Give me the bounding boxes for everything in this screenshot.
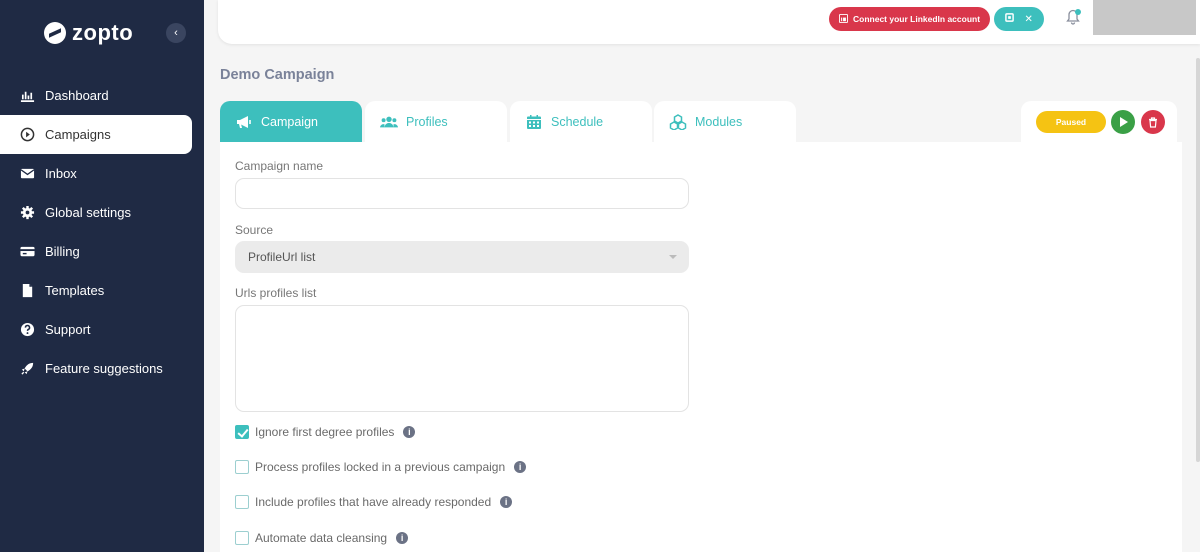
urls-profiles-label: Urls profiles list [235, 286, 317, 300]
checkbox[interactable] [235, 425, 249, 439]
sidebar-item-label: Global settings [45, 205, 131, 220]
tab-campaign[interactable]: Campaign [220, 101, 362, 142]
envelope-icon [20, 166, 35, 181]
user-avatar[interactable] [1093, 0, 1196, 35]
urls-profiles-textarea[interactable] [235, 305, 689, 412]
sidebar-item-label: Inbox [45, 166, 77, 181]
sidebar-item-dashboard[interactable]: Dashboard [0, 76, 204, 115]
sidebar-item-billing[interactable]: Billing [0, 232, 204, 271]
campaign-status-controls: Paused [1021, 101, 1177, 142]
info-icon[interactable]: i [500, 496, 513, 508]
credit-card-icon [20, 244, 35, 259]
cubes-icon [669, 113, 687, 130]
sidebar-item-templates[interactable]: Templates [0, 271, 204, 310]
tab-label: Schedule [551, 114, 604, 129]
trash-icon [1149, 116, 1157, 128]
checkbox-label: Automate data cleansing [255, 531, 388, 545]
collapse-sidebar-button[interactable]: ‹ [166, 23, 186, 43]
chevron-left-icon: ‹ [174, 27, 178, 39]
connect-linkedin-label: Connect your LinkedIn account [853, 14, 981, 24]
info-icon[interactable]: i [396, 532, 409, 544]
calendar-icon [527, 114, 541, 129]
connect-linkedin-button[interactable]: Connect your LinkedIn account [829, 7, 991, 31]
sidebar-item-global-settings[interactable]: Global settings [0, 193, 204, 232]
campaign-name-label: Campaign name [235, 159, 324, 173]
gear-icon [20, 205, 35, 220]
source-label: Source [235, 223, 274, 237]
page-scrollbar[interactable] [1196, 58, 1200, 462]
tab-label: Campaign [261, 114, 318, 129]
zopto-logo-icon [44, 22, 66, 44]
sidebar-item-feature-suggestions[interactable]: Feature suggestions [0, 349, 204, 388]
chevron-down-icon [669, 255, 677, 259]
checkbox[interactable] [235, 531, 249, 545]
sidebar-nav: Dashboard Campaigns Inbox Global setting… [0, 76, 204, 388]
close-icon[interactable]: ✕ [1024, 14, 1032, 25]
campaign-name-input[interactable] [235, 178, 689, 209]
checkbox[interactable] [235, 460, 249, 474]
info-icon[interactable]: i [514, 461, 527, 473]
linkedin-icon [839, 13, 848, 25]
sidebar-item-label: Campaigns [45, 127, 111, 142]
checkbox-label: Ignore first degree profiles [255, 425, 395, 439]
campaign-form: Campaign name Source ProfileUrl list Url… [220, 142, 1182, 552]
start-campaign-button[interactable] [1111, 110, 1135, 134]
extension-toggle[interactable]: ✕ [994, 7, 1044, 31]
checkbox[interactable] [235, 495, 249, 509]
megaphone-icon [237, 115, 251, 128]
sidebar-item-inbox[interactable]: Inbox [0, 154, 204, 193]
document-icon [20, 283, 35, 298]
delete-campaign-button[interactable] [1141, 110, 1165, 134]
status-badge[interactable]: Paused [1036, 111, 1106, 133]
source-select[interactable]: ProfileUrl list [235, 241, 689, 273]
sidebar-item-label: Templates [45, 283, 105, 298]
rocket-icon [20, 361, 35, 376]
checkbox-process-locked-profiles[interactable]: Process profiles locked in a previous ca… [235, 460, 527, 474]
extension-icon[interactable] [1005, 13, 1014, 25]
question-circle-icon [20, 322, 35, 337]
tab-modules[interactable]: Modules [654, 101, 796, 142]
info-icon[interactable]: i [403, 426, 416, 438]
tab-profiles[interactable]: Profiles [365, 101, 507, 142]
sidebar-item-label: Billing [45, 244, 80, 259]
brand-name: zopto [72, 20, 134, 45]
source-selected-value: ProfileUrl list [248, 250, 316, 264]
sidebar-item-label: Feature suggestions [45, 361, 163, 376]
play-circle-icon [20, 127, 35, 142]
checkbox-ignore-first-degree[interactable]: Ignore first degree profiles i [235, 425, 416, 439]
sidebar-item-label: Dashboard [45, 88, 109, 103]
tab-schedule[interactable]: Schedule [510, 101, 652, 142]
notification-dot [1075, 9, 1081, 15]
sidebar-item-support[interactable]: Support [0, 310, 204, 349]
chart-icon [20, 88, 35, 103]
checkbox-label: Process profiles locked in a previous ca… [255, 460, 506, 474]
brand-logo[interactable]: zopto [44, 20, 133, 46]
sidebar-item-campaigns[interactable]: Campaigns [0, 115, 192, 154]
sidebar: zopto ‹ Dashboard Campaigns Inbox Global… [0, 0, 204, 552]
top-bar: Connect your LinkedIn account ✕ [218, 0, 1200, 44]
checkbox-include-responded-profiles[interactable]: Include profiles that have already respo… [235, 495, 513, 509]
users-icon [380, 116, 398, 127]
tab-label: Profiles [406, 114, 448, 129]
checkbox-automate-data-cleansing[interactable]: Automate data cleansing i [235, 531, 409, 545]
sidebar-item-label: Support [45, 322, 91, 337]
checkbox-label: Include profiles that have already respo… [255, 495, 492, 509]
page-title: Demo Campaign [220, 67, 335, 83]
tab-label: Modules [695, 114, 743, 129]
